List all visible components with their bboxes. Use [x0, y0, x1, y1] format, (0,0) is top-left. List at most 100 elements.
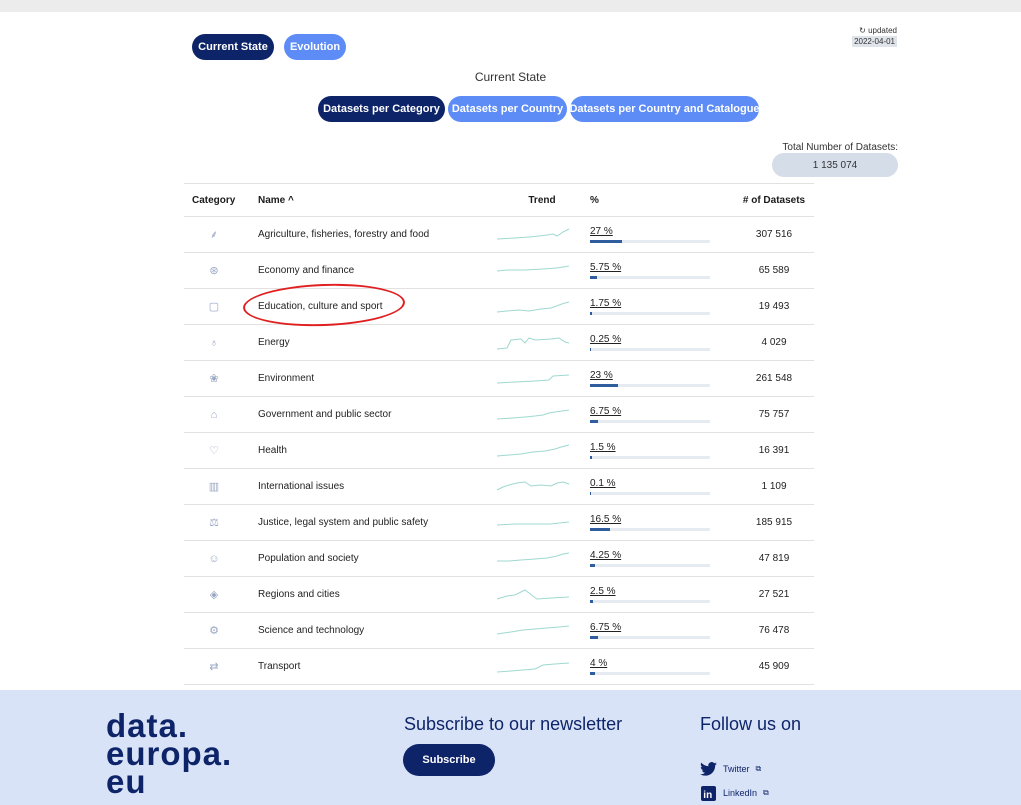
dataset-count: 261 548 [755, 373, 793, 384]
economy-icon: ⊛ [209, 264, 219, 277]
education-icon: ▢ [208, 300, 220, 313]
percent-cell: 4.25 % [590, 550, 714, 567]
table-row[interactable]: ⌂ Government and public sector 6.75 % 75 75… [184, 397, 814, 433]
percent-bar-fill [590, 348, 591, 351]
category-name[interactable]: Regions and cities [242, 589, 476, 600]
trend-sparkline [496, 336, 570, 349]
trend-sparkline [496, 301, 570, 312]
category-cell: ☺ [184, 553, 242, 565]
percent-value: 1.5 % [590, 442, 616, 453]
science-icon: ⚙ [209, 624, 219, 637]
category-name[interactable]: Agriculture, fisheries, forestry and foo… [242, 229, 476, 240]
percent-bar-fill [590, 456, 592, 459]
subscribe-button[interactable]: Subscribe [403, 744, 495, 776]
table-row[interactable]: ⇄ Transport 4 % 45 909 [184, 649, 814, 685]
newsletter-title: Subscribe to our newsletter [404, 714, 623, 734]
category-name[interactable]: Economy and finance [242, 265, 476, 276]
category-name[interactable]: Government and public sector [242, 409, 476, 420]
justice-icon: ⚖ [209, 516, 219, 529]
category-cell: ⚙ [184, 625, 242, 637]
category-cell: ⇄ [184, 661, 242, 673]
government-icon: ⌂ [210, 408, 218, 421]
tab-datasets-per-country[interactable]: Datasets per Country [448, 96, 567, 122]
dataset-count: 1 109 [761, 481, 787, 492]
table-row[interactable]: ♡ Health 1.5 % 16 391 [184, 433, 814, 469]
dataset-count: 185 915 [755, 517, 793, 528]
logo-line-3: eu [106, 763, 147, 800]
percent-cell: 23 % [590, 370, 714, 387]
agriculture-icon: ⸙ [209, 228, 219, 241]
category-cell: ⸙ [184, 229, 242, 241]
dataset-count: 19 493 [758, 301, 790, 312]
category-cell: ❀ [184, 373, 242, 385]
health-icon: ♡ [209, 444, 219, 457]
category-name[interactable]: Science and technology [242, 625, 476, 636]
percent-bar-fill [590, 276, 597, 279]
total-datasets-value: 1 135 074 [772, 153, 898, 177]
tab-datasets-per-category[interactable]: Datasets per Category [318, 96, 445, 122]
table-row[interactable]: ⚖ Justice, legal system and public safety… [184, 505, 814, 541]
category-name[interactable]: Environment [242, 373, 476, 384]
trend-cell [476, 225, 590, 245]
percent-bar-fill [590, 384, 618, 387]
dataset-count: 16 391 [758, 445, 790, 456]
table-row[interactable]: ☺ Population and society 4.25 % 47 819 [184, 541, 814, 577]
trend-cell [476, 441, 590, 461]
percent-bar [590, 384, 710, 387]
table-row[interactable]: ❀ Environment 23 % 261 548 [184, 361, 814, 397]
data-europa-logo[interactable]: data. europa. eu [106, 709, 232, 800]
percent-value: 16.5 % [590, 514, 622, 525]
evolution-button[interactable]: Evolution [284, 34, 346, 60]
column-trend: Trend [528, 194, 556, 206]
category-name[interactable]: Population and society [242, 553, 476, 564]
percent-cell: 1.5 % [590, 442, 714, 459]
table-header: Category Name ^ Trend % # of Datasets [184, 184, 814, 217]
category-name[interactable]: International issues [242, 481, 476, 492]
current-state-button[interactable]: Current State [192, 34, 274, 60]
category-name[interactable]: Education, culture and sport [242, 301, 476, 312]
twitter-label: Twitter [723, 764, 750, 774]
category-name[interactable]: Transport [242, 661, 476, 672]
column-name-sort[interactable]: Name ^ [242, 195, 476, 206]
category-name[interactable]: Energy [242, 337, 476, 348]
percent-cell: 6.75 % [590, 406, 714, 423]
percent-bar-fill [590, 312, 592, 315]
column-dataset-count: # of Datasets [742, 194, 806, 206]
updated-label: ↻ updated [859, 26, 897, 35]
table-row[interactable]: ▢ Education, culture and sport 1.75 % 19 49… [184, 289, 814, 325]
trend-cell [476, 405, 590, 425]
table-row[interactable]: ⊛ Economy and finance 5.75 % 65 589 [184, 253, 814, 289]
percent-value: 6.75 % [590, 406, 622, 417]
category-cell: ♁ [184, 337, 242, 349]
table-row[interactable]: ◈ Regions and cities 2.5 % 27 521 [184, 577, 814, 613]
trend-cell [476, 261, 590, 281]
percent-cell: 4 % [590, 658, 714, 675]
svg-text:in: in [703, 790, 712, 801]
updated-info: ↻ updated 2022-04-01 [852, 25, 897, 47]
table-row[interactable]: ⚙ Science and technology 6.75 % 76 478 [184, 613, 814, 649]
table-row[interactable]: ♁ Energy 0.25 % 4 029 [184, 325, 814, 361]
percent-cell: 16.5 % [590, 514, 714, 531]
percent-bar-fill [590, 420, 598, 423]
percent-cell: 5.75 % [590, 262, 714, 279]
dataset-count: 307 516 [755, 229, 793, 240]
linkedin-link[interactable]: in LinkedIn ⧉ [700, 785, 769, 801]
twitter-link[interactable]: Twitter ⧉ [700, 762, 761, 776]
category-name[interactable]: Health [242, 445, 476, 456]
international-icon: ▥ [208, 480, 220, 493]
trend-sparkline [496, 444, 570, 456]
category-cell: ⌂ [184, 409, 242, 421]
total-datasets-label: Total Number of Datasets: [782, 142, 898, 153]
percent-bar [590, 600, 710, 603]
percent-cell: 27 % [590, 226, 714, 243]
percent-bar [590, 528, 710, 531]
table-row[interactable]: ⸙ Agriculture, fisheries, forestry and fo… [184, 217, 814, 253]
table-row[interactable]: ▥ International issues 0.1 % 1 109 [184, 469, 814, 505]
percent-cell: 0.25 % [590, 334, 714, 351]
tab-datasets-per-country-and-catalogue[interactable]: Datasets per Country and Catalogue [569, 96, 760, 122]
category-name[interactable]: Justice, legal system and public safety [242, 517, 476, 528]
trend-sparkline [496, 265, 570, 271]
energy-icon: ♁ [209, 336, 219, 349]
column-percent: % [590, 194, 599, 206]
percent-value: 4.25 % [590, 550, 622, 561]
